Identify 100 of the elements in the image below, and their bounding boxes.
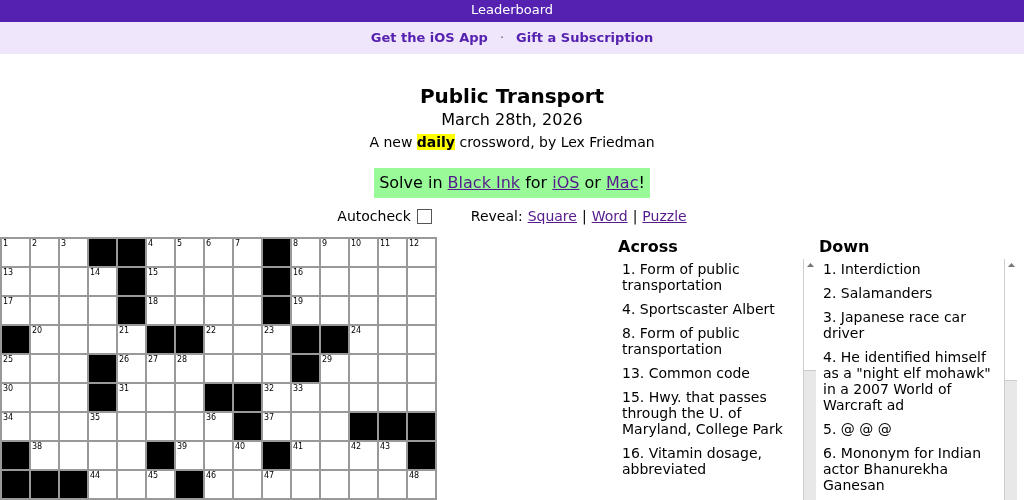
leaderboard-link[interactable]: Leaderboard [470,2,554,22]
scrollbar[interactable] [1004,259,1017,500]
blocked-square[interactable] [146,441,175,470]
blocked-square[interactable] [262,238,291,267]
grid-square[interactable]: 1 [1,238,30,267]
grid-square[interactable]: 31 [117,383,146,412]
grid-square[interactable]: 10 [349,238,378,267]
grid-square[interactable]: 12 [407,238,436,267]
blocked-square[interactable] [30,470,59,499]
grid-square[interactable] [146,383,175,412]
grid-square[interactable]: 43 [378,441,407,470]
grid-square[interactable]: 29 [320,354,349,383]
grid-square[interactable]: 7 [233,238,262,267]
grid-square[interactable]: 30 [1,383,30,412]
grid-square[interactable]: 24 [349,325,378,354]
grid-square[interactable] [59,296,88,325]
grid-square[interactable]: 28 [175,354,204,383]
blocked-square[interactable] [233,412,262,441]
grid-square[interactable]: 6 [204,238,233,267]
blocked-square[interactable] [291,325,320,354]
grid-square[interactable] [407,296,436,325]
grid-square[interactable]: 19 [291,296,320,325]
blocked-square[interactable] [117,238,146,267]
blocked-square[interactable] [1,441,30,470]
grid-square[interactable]: 45 [146,470,175,499]
clue-item[interactable]: 16. Vitamin dosage, abbreviated [622,445,803,477]
grid-square[interactable]: 16 [291,267,320,296]
grid-square[interactable]: 20 [30,325,59,354]
nav-link[interactable]: Gift a Subscription [516,28,654,48]
grid-square[interactable]: 11 [378,238,407,267]
blocked-square[interactable] [88,238,117,267]
grid-square[interactable]: 18 [146,296,175,325]
autocheck-checkbox[interactable] [416,208,432,224]
blocked-square[interactable] [117,296,146,325]
grid-square[interactable]: 44 [88,470,117,499]
grid-square[interactable] [378,325,407,354]
grid-square[interactable] [349,267,378,296]
grid-square[interactable]: 46 [204,470,233,499]
grid-square[interactable] [320,470,349,499]
blocked-square[interactable] [407,412,436,441]
clue-item[interactable]: 1. Interdiction [823,261,1004,277]
grid-square[interactable]: 13 [1,267,30,296]
clue-item[interactable]: 4. He identified himself as a "night elf mohawk" in a 2007 World of Warcraft ad [823,349,1004,413]
grid-square[interactable]: 38 [30,441,59,470]
grid-square[interactable]: 26 [117,354,146,383]
grid-square[interactable]: 27 [146,354,175,383]
grid-square[interactable]: 41 [291,441,320,470]
grid-square[interactable]: 14 [88,267,117,296]
grid-square[interactable]: 39 [175,441,204,470]
grid-square[interactable]: 47 [262,470,291,499]
scroll-up-icon[interactable] [806,263,814,267]
blocked-square[interactable] [175,470,204,499]
grid-square[interactable]: 2 [30,238,59,267]
blocked-square[interactable] [262,441,291,470]
blocked-square[interactable] [88,354,117,383]
clue-item[interactable]: 3. Japanese race car driver [823,309,1004,341]
blocked-square[interactable] [146,325,175,354]
grid-square[interactable] [30,383,59,412]
grid-square[interactable]: 35 [88,412,117,441]
grid-square[interactable]: 25 [1,354,30,383]
scrollbar[interactable] [803,259,816,500]
blocked-square[interactable] [291,354,320,383]
grid-square[interactable]: 32 [262,383,291,412]
grid-square[interactable]: 9 [320,238,349,267]
blocked-square[interactable] [233,383,262,412]
clue-item[interactable]: 13. Common code [622,365,803,381]
clue-item[interactable]: 1. Form of public transportation [622,261,803,293]
blocked-square[interactable] [320,325,349,354]
reveal-link[interactable]: Square [527,205,577,227]
blocked-square[interactable] [175,325,204,354]
grid-square[interactable] [378,354,407,383]
grid-square[interactable]: 17 [1,296,30,325]
blocked-square[interactable] [262,296,291,325]
clue-item[interactable]: 2. Salamanders [823,285,1004,301]
grid-square[interactable]: 3 [59,238,88,267]
grid-square[interactable]: 4 [146,238,175,267]
grid-square[interactable]: 33 [291,383,320,412]
blocked-square[interactable] [262,267,291,296]
clue-item[interactable]: 15. Hwy. that passes through the U. of Maryland, College Park [622,389,803,437]
nav-link[interactable]: Get the iOS App [370,28,488,48]
blocked-square[interactable] [88,383,117,412]
grid-square[interactable] [407,267,436,296]
blocked-square[interactable] [204,383,233,412]
grid-square[interactable]: 21 [117,325,146,354]
promo-link[interactable]: Mac [606,171,639,195]
grid-square[interactable]: 37 [262,412,291,441]
promo-link[interactable]: Black Ink [447,171,521,195]
blocked-square[interactable] [378,412,407,441]
promo-link[interactable]: iOS [552,171,580,195]
blocked-square[interactable] [349,412,378,441]
clue-item[interactable]: 8. Form of public transportation [622,325,803,357]
clue-item[interactable]: 4. Sportscaster Albert [622,301,803,317]
grid-square[interactable] [378,296,407,325]
scroll-up-icon[interactable] [1007,263,1015,267]
blocked-square[interactable] [1,470,30,499]
grid-square[interactable]: 42 [349,441,378,470]
blocked-square[interactable] [59,470,88,499]
clue-item[interactable]: 5. @ @ @ [823,421,1004,437]
grid-square[interactable] [407,325,436,354]
grid-square[interactable]: 22 [204,325,233,354]
